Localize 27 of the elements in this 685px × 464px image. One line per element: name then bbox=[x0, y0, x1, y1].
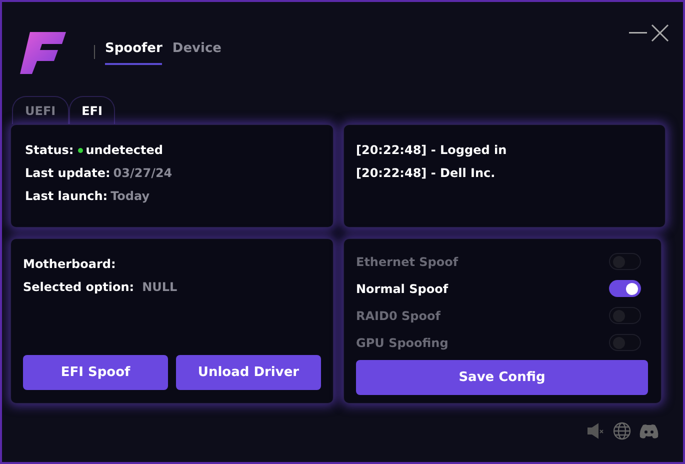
muted-speaker-icon[interactable] bbox=[587, 423, 605, 439]
toggle-switch[interactable] bbox=[609, 280, 641, 297]
option-label: RAID0 Spoof bbox=[356, 308, 440, 324]
action-button[interactable]: EFI Spoof bbox=[23, 355, 168, 390]
option-label: Selected option: bbox=[23, 279, 134, 296]
log-line: [20:22:48] - Dell Inc. bbox=[356, 165, 496, 182]
nav-tab[interactable]: Spoofer bbox=[105, 39, 162, 65]
option-label: Normal Spoof bbox=[356, 280, 448, 298]
option-label: GPU Spoofing bbox=[356, 334, 448, 352]
globe-icon[interactable] bbox=[613, 422, 631, 440]
status-value: Today bbox=[110, 188, 150, 205]
motherboard-label: Motherboard: bbox=[23, 256, 117, 273]
option-value: NULL bbox=[142, 279, 178, 296]
save-config-button[interactable]: Save Config bbox=[356, 360, 648, 395]
tab[interactable]: EFI bbox=[68, 96, 116, 124]
minimize-icon[interactable] bbox=[629, 32, 647, 34]
close-icon[interactable] bbox=[651, 24, 669, 42]
nav-tab[interactable]: Device bbox=[172, 39, 222, 65]
status-label: Last launch: bbox=[25, 188, 108, 205]
status-label: Last update: bbox=[25, 165, 110, 182]
log-line: [20:22:48] - Logged in bbox=[356, 142, 508, 159]
option-label: Ethernet Spoof bbox=[356, 254, 458, 270]
status-value: 03/27/24 bbox=[113, 165, 172, 182]
action-button[interactable]: Unload Driver bbox=[176, 355, 321, 390]
status-label: Status: bbox=[25, 142, 74, 159]
discord-icon[interactable] bbox=[639, 424, 659, 438]
status-value: undetected bbox=[86, 142, 163, 159]
